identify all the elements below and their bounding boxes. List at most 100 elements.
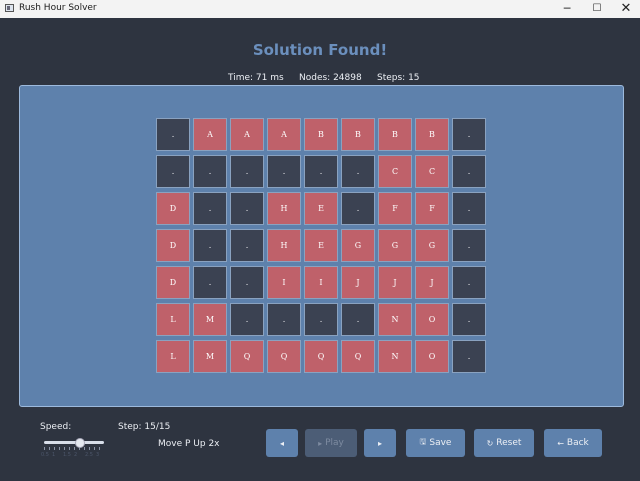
- board-cell-car: F: [378, 192, 412, 225]
- board-cell-car: Q: [304, 340, 338, 373]
- speed-tick-label: 2.5: [85, 452, 93, 458]
- reset-button[interactable]: ↻ Reset: [474, 429, 534, 457]
- slider-track: [44, 441, 104, 444]
- time-stat: Time: 71 ms: [228, 73, 284, 83]
- board-cell-car: M: [193, 340, 227, 373]
- board-cell-car: B: [378, 118, 412, 151]
- step-counter: Step: 15/15: [118, 422, 171, 432]
- board-cell-car: N: [378, 303, 412, 336]
- board-cell-car: E: [304, 229, 338, 262]
- board-cell-empty: .: [452, 266, 486, 299]
- board-cell-car: Q: [267, 340, 301, 373]
- reset-label: Reset: [496, 438, 522, 448]
- board-cell-empty: .: [452, 229, 486, 262]
- speed-tick-label: 3: [96, 452, 100, 458]
- board-cell-empty: .: [341, 155, 375, 188]
- board-cell-empty: .: [452, 155, 486, 188]
- status-heading: Solution Found!: [252, 41, 388, 59]
- speed-tick-labels: 0.5 1 1.5 2 2.5 3: [41, 452, 107, 460]
- next-step-button[interactable]: ▸: [364, 429, 396, 457]
- board-cell-car: A: [193, 118, 227, 151]
- speed-label: Speed:: [40, 422, 72, 432]
- board-cell-empty: .: [156, 118, 190, 151]
- board-cell-empty: .: [193, 229, 227, 262]
- speed-tick-label: 2: [74, 452, 78, 458]
- nodes-stat: Nodes: 24898: [299, 73, 362, 83]
- app-icon: [5, 4, 14, 12]
- board-cell-car: J: [341, 266, 375, 299]
- board-cell-car: A: [267, 118, 301, 151]
- board-cell-car: G: [378, 229, 412, 262]
- play-icon: ▸: [318, 438, 323, 448]
- board-cell-empty: .: [452, 340, 486, 373]
- board-cell-empty: .: [267, 155, 301, 188]
- board-cell-car: I: [267, 266, 301, 299]
- board-cell-empty: .: [267, 303, 301, 336]
- board-cell-car: O: [415, 303, 449, 336]
- speed-slider[interactable]: [44, 438, 106, 453]
- board-cell-car: L: [156, 303, 190, 336]
- speed-tick-label: 0.5: [41, 452, 49, 458]
- board-cell-car: B: [415, 118, 449, 151]
- window-title: Rush Hour Solver: [19, 3, 97, 13]
- board-cell-car: B: [304, 118, 338, 151]
- board-cell-empty: .: [452, 118, 486, 151]
- board-cell-empty: .: [230, 229, 264, 262]
- back-label: Back: [566, 438, 589, 448]
- speed-tick-label: 1.5: [63, 452, 71, 458]
- board-cell-empty: .: [304, 303, 338, 336]
- board-cell-car: D: [156, 192, 190, 225]
- puzzle-board: .AAABBBB.......CC.D..HE.FF.D..HEGGG.D..I…: [19, 85, 624, 407]
- play-label: Play: [325, 438, 344, 448]
- board-cell-empty: .: [304, 155, 338, 188]
- board-cell-empty: .: [341, 303, 375, 336]
- board-cell-empty: .: [230, 303, 264, 336]
- board-cell-empty: .: [341, 192, 375, 225]
- minimize-button[interactable]: ─: [553, 0, 581, 18]
- board-cell-car: G: [341, 229, 375, 262]
- board-cell-car: E: [304, 192, 338, 225]
- previous-icon: ◂: [279, 438, 284, 448]
- board-cell-car: H: [267, 192, 301, 225]
- board-cell-empty: .: [452, 192, 486, 225]
- slider-ticks: [44, 447, 104, 450]
- maximize-button[interactable]: ☐: [583, 0, 611, 18]
- board-cell-car: C: [415, 155, 449, 188]
- board-cell-empty: .: [230, 155, 264, 188]
- save-label: Save: [429, 438, 452, 448]
- board-cell-car: B: [341, 118, 375, 151]
- steps-stat: Steps: 15: [377, 73, 420, 83]
- save-button[interactable]: 🖫 Save: [406, 429, 465, 457]
- board-cell-empty: .: [193, 266, 227, 299]
- next-icon: ▸: [377, 438, 382, 448]
- title-bar: Rush Hour Solver ─ ☐ ✕: [0, 0, 640, 18]
- board-cell-car: Q: [341, 340, 375, 373]
- board-cell-car: G: [415, 229, 449, 262]
- board-cell-car: N: [378, 340, 412, 373]
- reset-icon: ↻: [486, 438, 494, 448]
- back-icon: ←: [557, 438, 564, 448]
- board-cell-car: J: [378, 266, 412, 299]
- board-cell-empty: .: [230, 192, 264, 225]
- close-button[interactable]: ✕: [612, 0, 640, 18]
- board-cell-car: J: [415, 266, 449, 299]
- speed-tick-label: 1: [52, 452, 56, 458]
- board-cell-car: Q: [230, 340, 264, 373]
- board-cell-car: A: [230, 118, 264, 151]
- board-cell-car: I: [304, 266, 338, 299]
- back-button[interactable]: ← Back: [544, 429, 602, 457]
- previous-step-button[interactable]: ◂: [266, 429, 298, 457]
- board-cell-empty: .: [193, 155, 227, 188]
- board-cell-car: H: [267, 229, 301, 262]
- board-cell-car: F: [415, 192, 449, 225]
- play-button[interactable]: ▸ Play: [305, 429, 357, 457]
- slider-thumb[interactable]: [75, 438, 85, 448]
- board-cell-empty: .: [452, 303, 486, 336]
- save-icon: 🖫: [419, 437, 427, 446]
- board-cell-empty: .: [193, 192, 227, 225]
- board-cell-car: C: [378, 155, 412, 188]
- board-cell-car: M: [193, 303, 227, 336]
- board-cell-car: O: [415, 340, 449, 373]
- move-description: Move P Up 2x: [158, 439, 220, 449]
- board-cell-empty: .: [156, 155, 190, 188]
